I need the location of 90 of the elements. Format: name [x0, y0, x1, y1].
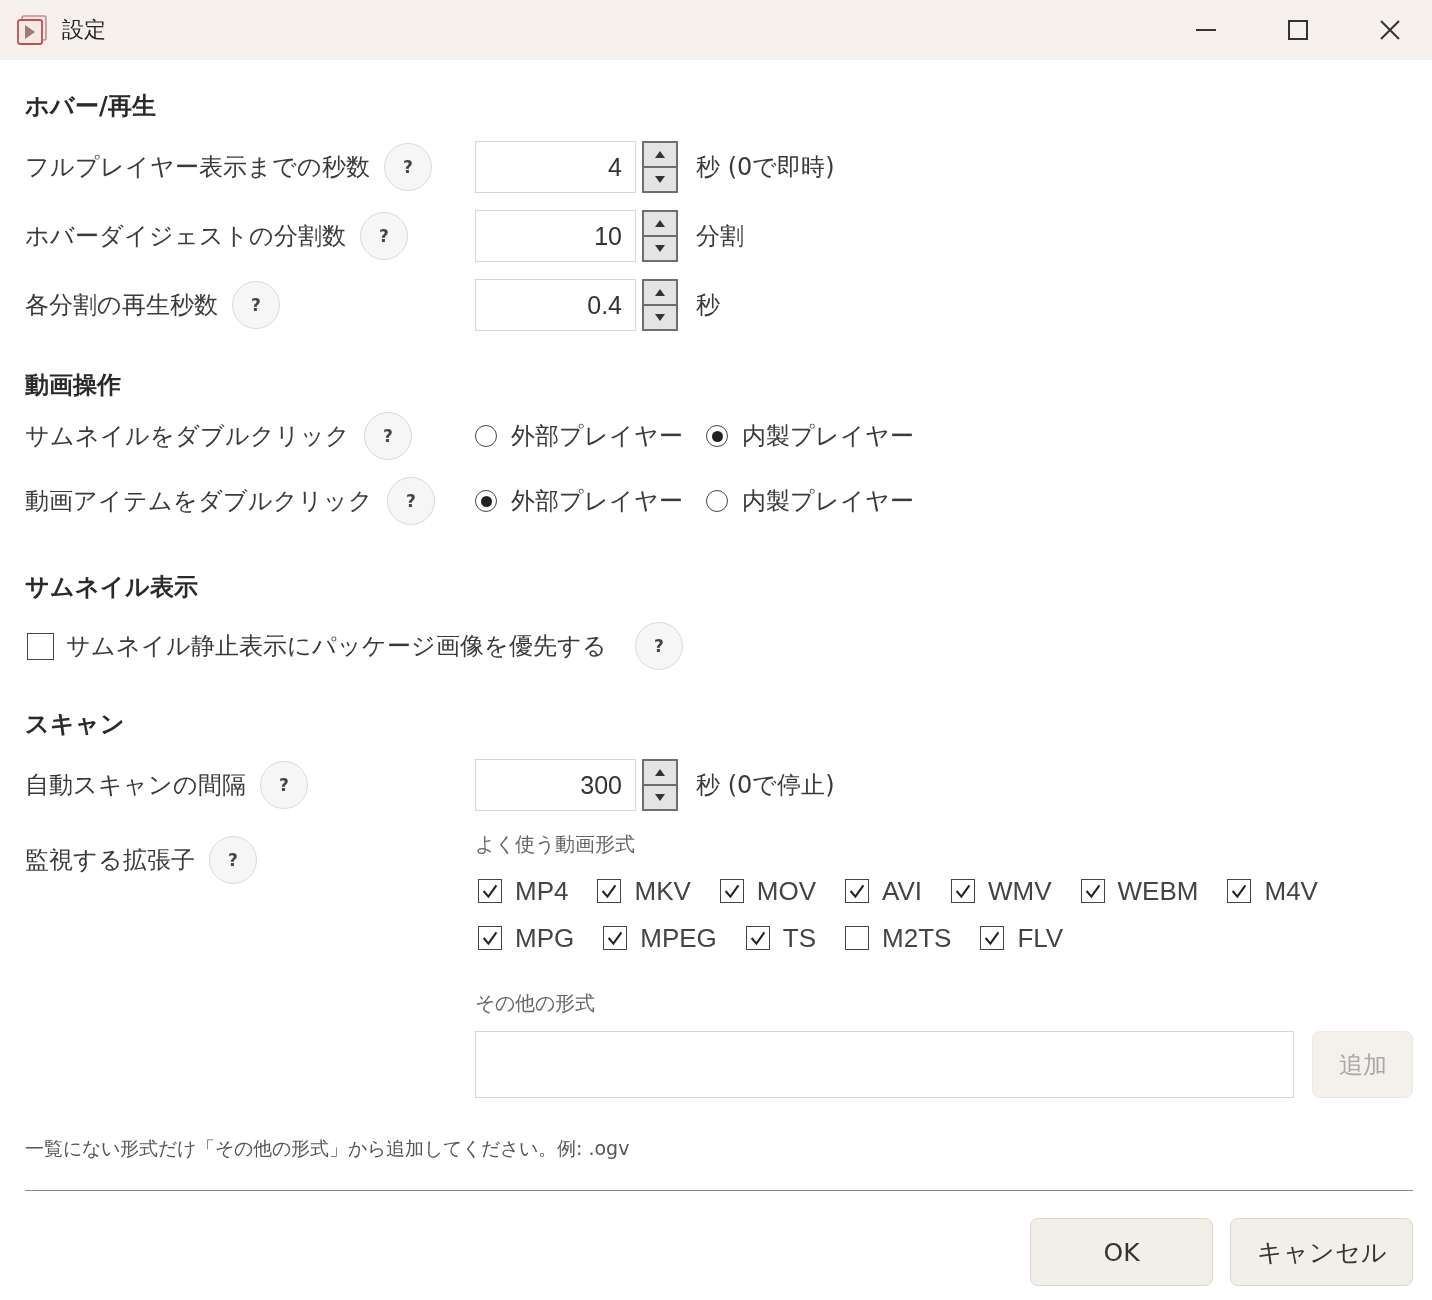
checkbox[interactable] [1227, 879, 1252, 903]
checkbox-label: MKV [634, 875, 691, 907]
help-button[interactable]: ? [260, 761, 308, 809]
checkmark-icon [1231, 883, 1248, 899]
help-button[interactable]: ? [364, 412, 412, 460]
setting-label: 自動スキャンの間隔 [25, 770, 246, 801]
number-field[interactable]: 300 [475, 759, 636, 811]
setting-label: 動画アイテムをダブルクリック [25, 486, 373, 517]
unit-label: 秒 (0で即時) [696, 152, 835, 183]
setting-label: 監視する拡張子 [25, 845, 195, 876]
close-icon[interactable] [1380, 20, 1400, 40]
caret-down-icon [655, 176, 665, 183]
checkbox-label: MPG [515, 922, 575, 954]
setting-label: ホバーダイジェストの分割数 [25, 221, 346, 252]
checkbox[interactable] [745, 926, 770, 950]
checkbox-label: M2TS [882, 922, 952, 954]
radio-label: 内製プレイヤー [742, 421, 914, 452]
radio-button[interactable] [706, 490, 728, 512]
caret-down-icon [655, 314, 665, 321]
unit-label: 分割 [696, 221, 744, 252]
checkbox-label: MOV [756, 875, 817, 907]
checkbox[interactable] [478, 879, 502, 903]
setting-label: サムネイルをダブルクリック [25, 421, 350, 452]
checkbox-label: WMV [988, 875, 1052, 907]
caret-down-icon [655, 794, 665, 801]
radio-label: 外部プレイヤー [511, 486, 683, 517]
help-button[interactable]: ? [232, 281, 280, 329]
checkmark-icon [749, 930, 766, 946]
checkbox[interactable] [603, 926, 628, 950]
maximize-icon[interactable] [1288, 20, 1308, 40]
checkbox-label: AVI [882, 875, 923, 907]
radio-button[interactable] [475, 425, 497, 447]
caret-down-icon [655, 245, 665, 252]
checkbox-label: WEBM [1117, 875, 1199, 907]
help-button[interactable]: ? [384, 143, 432, 191]
checkbox[interactable] [845, 926, 870, 950]
number-field[interactable]: 10 [475, 210, 636, 262]
checkbox-label: サムネイル静止表示にパッケージ画像を優先する [66, 631, 607, 662]
app-icon [17, 15, 47, 45]
checkbox-label: FLV [1017, 922, 1064, 954]
unit-label: 秒 (0で停止) [696, 770, 835, 801]
checkmark-icon [601, 883, 618, 899]
checkmark-icon [1084, 883, 1101, 899]
section-heading: サムネイル表示 [25, 572, 199, 603]
checkbox-label: MPEG [640, 922, 717, 954]
caret-up-icon [655, 151, 665, 158]
checkmark-icon [482, 883, 498, 899]
caret-up-icon [655, 220, 665, 227]
hint-text: 一覧にない形式だけ「その他の形式」から追加してください。例: .ogv [25, 1136, 631, 1161]
field-label: その他の形式 [475, 990, 596, 1017]
caret-up-icon [655, 769, 665, 776]
checkbox[interactable] [27, 632, 54, 660]
help-button[interactable]: ? [387, 477, 435, 525]
checkbox[interactable] [478, 926, 502, 950]
help-button[interactable]: ? [209, 836, 257, 884]
dialog-button[interactable]: キャンセル [1230, 1218, 1413, 1286]
help-button[interactable]: ? [360, 212, 408, 260]
number-field[interactable]: 0.4 [475, 279, 636, 331]
section-heading: 動画操作 [25, 370, 122, 401]
dialog-button[interactable]: OK [1030, 1218, 1213, 1286]
unit-label: 秒 [696, 290, 720, 321]
checkmark-icon [955, 883, 972, 899]
setting-label: 各分割の再生秒数 [25, 290, 218, 321]
radio-button[interactable] [706, 425, 728, 447]
checkmark-icon [849, 883, 866, 899]
checkbox-label: TS [782, 922, 817, 954]
radio-button[interactable] [475, 490, 497, 512]
checkmark-icon [723, 883, 740, 899]
checkbox-label: M4V [1264, 875, 1318, 907]
checkbox[interactable] [980, 926, 1005, 950]
caret-up-icon [655, 289, 665, 296]
checkmark-icon [482, 930, 498, 946]
checkbox[interactable] [597, 879, 622, 903]
help-button[interactable]: ? [635, 622, 683, 670]
setting-label: フルプレイヤー表示までの秒数 [25, 152, 370, 183]
checkmark-icon [984, 930, 1001, 946]
checkmark-icon [607, 930, 624, 946]
section-heading: ホバー/再生 [25, 91, 157, 122]
group-label: よく使う動画形式 [475, 831, 636, 858]
checkbox-label: MP4 [515, 875, 569, 907]
window-title: 設定 [62, 16, 106, 44]
input-field[interactable] [475, 1031, 1294, 1098]
section-heading: スキャン [25, 709, 126, 740]
radio-label: 内製プレイヤー [742, 486, 914, 517]
radio-label: 外部プレイヤー [511, 421, 683, 452]
checkbox[interactable] [951, 879, 976, 903]
checkbox[interactable] [719, 879, 744, 903]
number-field[interactable]: 4 [475, 141, 636, 193]
checkbox[interactable] [1080, 879, 1105, 903]
checkbox[interactable] [845, 879, 870, 903]
